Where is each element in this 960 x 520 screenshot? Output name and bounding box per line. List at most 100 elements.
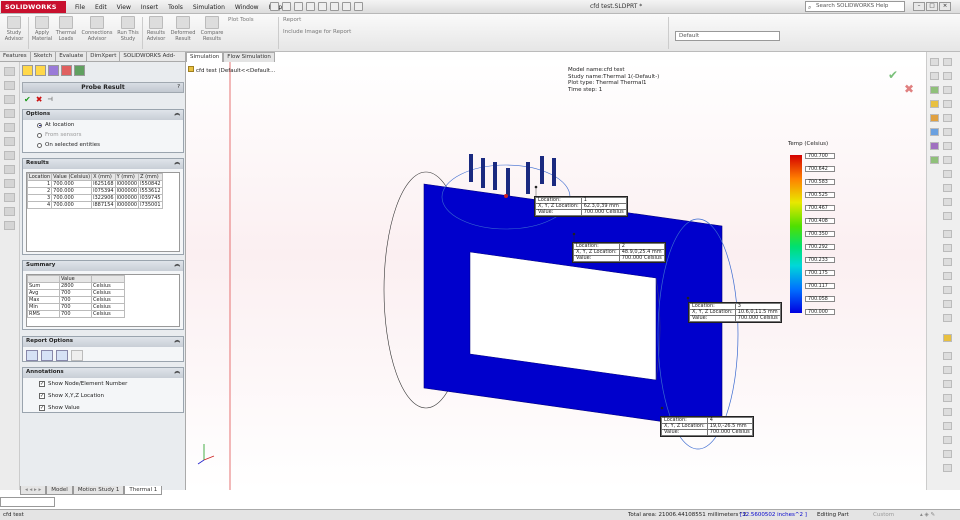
graphics-area[interactable]: cfd test (Default<<Default... Model name… xyxy=(186,62,926,490)
collapse-icon[interactable]: ︽ xyxy=(174,337,180,346)
tab-model[interactable]: Model xyxy=(46,486,73,495)
run-study-button[interactable]: Run This Study xyxy=(115,16,141,42)
menu-view[interactable]: View xyxy=(112,4,136,11)
table-row[interactable]: 4 700.000 l887154 l000000 l735001 xyxy=(27,201,163,209)
report-button[interactable]: Report xyxy=(283,17,301,23)
results-table-box[interactable]: Location Value (Celsius) X (mm) Y (mm) Z… xyxy=(26,172,180,252)
rebuild-icon[interactable] xyxy=(342,2,351,11)
table-row[interactable]: Max 700 Celsius xyxy=(27,296,125,304)
sketch-tool-icon[interactable] xyxy=(943,258,952,266)
sketch-tool-icon[interactable] xyxy=(943,128,952,136)
tool-icon[interactable] xyxy=(4,95,15,104)
feature-manager-icon[interactable] xyxy=(22,65,33,76)
sketch-tool-icon[interactable] xyxy=(943,422,952,430)
ok-button[interactable]: ✔ xyxy=(24,95,31,104)
thermal-loads-button[interactable]: Thermal Loads xyxy=(53,16,79,42)
compare-results-button[interactable]: Compare Results xyxy=(199,16,225,42)
sketch-tool-icon[interactable] xyxy=(943,184,952,192)
confirm-cancel-icon[interactable]: ✖ xyxy=(904,82,914,96)
sketch-tool-icon[interactable] xyxy=(943,450,952,458)
tool-icon[interactable] xyxy=(4,137,15,146)
view-icon[interactable] xyxy=(930,72,939,80)
collapse-icon[interactable]: ︽ xyxy=(174,261,180,270)
tab-dimxpert[interactable]: DimXpert xyxy=(87,52,121,61)
connections-advisor-button[interactable]: Connections Advisor xyxy=(80,16,114,42)
table-row[interactable]: Min 700 Celsius xyxy=(27,303,125,311)
menu-file[interactable]: File xyxy=(70,4,90,11)
column-header[interactable]: Value (Celsius) xyxy=(51,173,93,181)
task-pane-icon[interactable] xyxy=(930,100,939,108)
pin-icon[interactable]: ⊣ xyxy=(47,95,52,104)
sketch-tool-icon[interactable] xyxy=(943,86,952,94)
new-icon[interactable] xyxy=(270,2,279,11)
configuration-select[interactable]: Default xyxy=(675,31,780,41)
probe-label-3[interactable]: Location: 3 X, Y, Z Location: 10.6,0,11.5 … xyxy=(688,302,782,323)
maximize-icon[interactable]: □ xyxy=(926,2,938,11)
sketch-tool-icon[interactable] xyxy=(943,272,952,280)
status-icons[interactable]: ▴ ◈ ✎ xyxy=(920,510,935,520)
feature-tree-root[interactable]: cfd test (Default<<Default... xyxy=(188,66,275,74)
probe-label-1[interactable]: Location: 1 X, Y, Z Location: 62.3,0,39 mm… xyxy=(534,196,628,217)
results-header[interactable]: Results ︽ xyxy=(23,159,183,169)
options-icon[interactable] xyxy=(354,2,363,11)
checkbox-show-value[interactable]: ✓ Show Value xyxy=(23,402,183,414)
tab-features[interactable]: Features xyxy=(0,52,31,61)
radio-from-sensors[interactable]: From sensors xyxy=(23,130,183,140)
probe-label-4[interactable]: Location: 4 X, Y, Z Location: 19,0,-26.5 m… xyxy=(660,416,754,437)
sketch-tool-icon[interactable] xyxy=(943,366,952,374)
save-to-report-icon[interactable] xyxy=(26,350,38,361)
sketch-tool-icon[interactable] xyxy=(943,286,952,294)
open-icon[interactable] xyxy=(282,2,291,11)
radio-at-location[interactable]: At location xyxy=(23,120,183,130)
undo-icon[interactable] xyxy=(318,2,327,11)
sketch-tool-icon[interactable] xyxy=(943,142,952,150)
collapse-icon[interactable]: ︽ xyxy=(174,110,180,119)
collapse-icon[interactable]: ︽ xyxy=(174,368,180,377)
tool-icon[interactable] xyxy=(4,165,15,174)
sketch-tool-icon[interactable] xyxy=(943,436,952,444)
include-image-button[interactable]: Include Image for Report xyxy=(283,29,351,35)
tool-icon[interactable] xyxy=(4,221,15,230)
confirm-check-icon[interactable]: ✔ xyxy=(888,68,898,82)
summary-header[interactable]: Summary ︽ xyxy=(23,261,183,271)
table-row[interactable]: Avg 700 Celsius xyxy=(27,289,125,297)
checkbox-show-node-number[interactable]: ✓ Show Node/Element Number xyxy=(23,378,183,390)
cancel-button[interactable]: ✖ xyxy=(36,95,43,104)
options-header[interactable]: Options ︽ xyxy=(23,110,183,120)
menu-window[interactable]: Window xyxy=(230,4,264,11)
view-icon[interactable] xyxy=(943,72,952,80)
sketch-tool-icon[interactable] xyxy=(943,314,952,322)
annotations-header[interactable]: Annotations ︽ xyxy=(23,368,183,378)
sketch-tool-icon[interactable] xyxy=(943,100,952,108)
tab-flow-simulation[interactable]: Flow Simulation xyxy=(223,52,275,62)
tool-icon[interactable] xyxy=(4,109,15,118)
column-header[interactable]: Value xyxy=(59,275,92,283)
bottom-left-input[interactable] xyxy=(0,497,55,507)
table-row[interactable]: 3 700.000 l322906 l000000 l039745 xyxy=(27,194,163,202)
sketch-tool-icon[interactable] xyxy=(943,408,952,416)
table-row[interactable]: Sum 2800 Celsius xyxy=(27,282,125,290)
save-icon[interactable] xyxy=(294,2,303,11)
study-advisor-button[interactable]: Study Advisor xyxy=(1,16,27,42)
tab-thermal[interactable]: Thermal 1 xyxy=(124,486,163,495)
tab-simulation[interactable]: Simulation xyxy=(186,52,224,62)
report-options-header[interactable]: Report Options ︽ xyxy=(23,337,183,347)
tool-icon[interactable] xyxy=(4,179,15,188)
sketch-tool-icon[interactable] xyxy=(943,230,952,238)
display-manager-icon[interactable] xyxy=(74,65,85,76)
status-units[interactable]: Custom xyxy=(873,510,894,520)
plot-icon[interactable] xyxy=(56,350,68,361)
close-icon[interactable]: × xyxy=(939,2,951,11)
table-row[interactable]: RMS 700 Celsius xyxy=(27,310,125,318)
menu-insert[interactable]: Insert xyxy=(136,4,163,11)
collapse-icon[interactable]: ︽ xyxy=(174,159,180,168)
report-icon[interactable] xyxy=(71,350,83,361)
sketch-tool-icon[interactable] xyxy=(943,212,952,220)
select-icon[interactable] xyxy=(330,2,339,11)
menu-simulation[interactable]: Simulation xyxy=(188,4,230,11)
column-header[interactable]: X (mm) xyxy=(91,173,116,181)
task-pane-icon[interactable] xyxy=(930,128,939,136)
view-icon[interactable] xyxy=(930,58,939,66)
tool-icon[interactable] xyxy=(4,81,15,90)
sketch-tool-icon[interactable] xyxy=(943,380,952,388)
